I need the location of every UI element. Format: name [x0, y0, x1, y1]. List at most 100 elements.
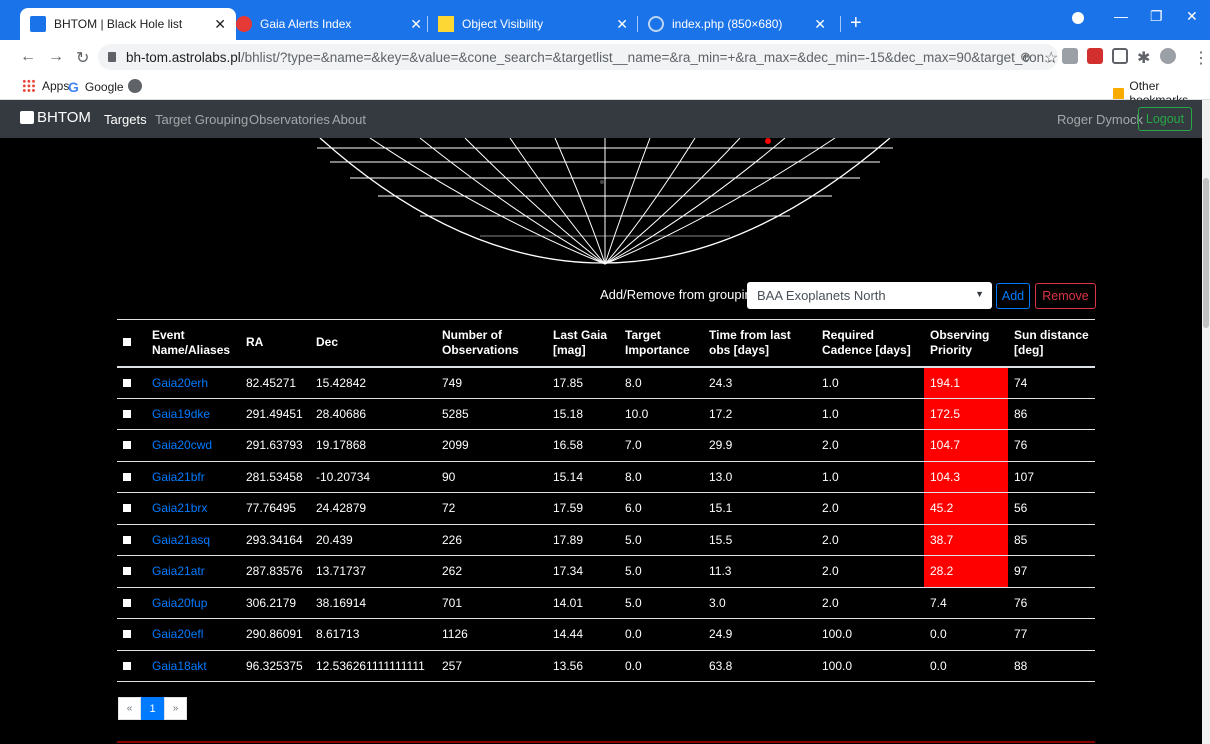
row-select-cell[interactable]: [117, 587, 146, 619]
row-select-cell[interactable]: [117, 366, 146, 399]
table-cell: 16.58: [547, 429, 619, 462]
event-name-link[interactable]: Gaia20erh: [146, 366, 240, 399]
row-checkbox[interactable]: [123, 409, 131, 418]
column-header[interactable]: Event Name/Aliases: [146, 319, 240, 368]
table-cell: 38.16914: [310, 587, 436, 619]
map-meridian: [509, 138, 606, 265]
pagination-page-1[interactable]: 1: [141, 697, 164, 720]
remove-button[interactable]: Remove: [1035, 283, 1096, 309]
column-header[interactable]: Target Importance: [619, 319, 703, 368]
row-select-cell[interactable]: [117, 461, 146, 493]
event-name-link[interactable]: Gaia20fup: [146, 587, 240, 619]
back-arrow-icon[interactable]: ←: [20, 48, 36, 66]
tab-object-visibility[interactable]: Object Visibility ✕: [428, 8, 638, 40]
bookmark-globe[interactable]: [128, 79, 142, 93]
table-cell: 107: [1008, 461, 1095, 493]
bookmark-apps[interactable]: Apps: [22, 79, 69, 93]
column-header[interactable]: Number of Observations: [436, 319, 547, 368]
select-all-checkbox[interactable]: [123, 338, 131, 347]
close-tab-icon[interactable]: ✕: [410, 16, 422, 33]
row-select-cell[interactable]: [117, 618, 146, 651]
tab-gaia-alerts[interactable]: Gaia Alerts Index ✕: [226, 8, 432, 40]
row-select-cell[interactable]: [117, 492, 146, 525]
brand-lock-icon: [20, 111, 34, 124]
zoom-icon[interactable]: ⊕: [1020, 49, 1031, 65]
row-checkbox[interactable]: [123, 472, 131, 481]
row-checkbox[interactable]: [123, 441, 131, 450]
row-checkbox[interactable]: [123, 567, 131, 576]
column-header[interactable]: Dec: [310, 319, 436, 368]
address-bar[interactable]: bh-tom.astrolabs.pl /bhlist/?type=&name=…: [98, 44, 1058, 70]
event-name-link[interactable]: Gaia21atr: [146, 555, 240, 588]
event-name-link[interactable]: Gaia21asq: [146, 524, 240, 556]
event-name-link[interactable]: Gaia20efl: [146, 618, 240, 651]
logout-button[interactable]: Logout: [1138, 107, 1192, 131]
table-cell: 12.536261111111111: [310, 650, 436, 682]
pdf-extension-icon[interactable]: [1087, 48, 1103, 64]
row-checkbox[interactable]: [123, 661, 131, 670]
pagination-prev[interactable]: «: [118, 697, 141, 720]
column-header[interactable]: Sun distance [deg]: [1008, 319, 1095, 368]
select-all-header[interactable]: [117, 319, 146, 368]
row-select-cell[interactable]: [117, 398, 146, 430]
table-cell: 3.0: [703, 587, 816, 619]
event-name-link[interactable]: Gaia18akt: [146, 650, 240, 682]
table-cell: 1.0: [816, 398, 924, 430]
account-avatar-icon[interactable]: [1160, 48, 1176, 64]
profile-dot-icon[interactable]: [1072, 12, 1084, 24]
extension-flag-icon[interactable]: [1062, 48, 1078, 64]
event-name-link[interactable]: Gaia21bfr: [146, 461, 240, 493]
bookmark-google[interactable]: G Google: [68, 79, 124, 95]
table-cell: 17.34: [547, 555, 619, 588]
nav-about[interactable]: About: [332, 112, 366, 127]
column-header[interactable]: RA: [240, 319, 310, 368]
close-tab-icon[interactable]: ✕: [214, 16, 226, 33]
close-window-icon[interactable]: ✕: [1186, 8, 1198, 25]
column-header[interactable]: Observing Priority: [924, 319, 1008, 368]
restore-icon[interactable]: ❐: [1150, 8, 1163, 25]
row-checkbox[interactable]: [123, 504, 131, 513]
table-cell: 11.3: [703, 555, 816, 588]
row-checkbox[interactable]: [123, 598, 131, 607]
event-name-link[interactable]: Gaia21brx: [146, 492, 240, 525]
nav-target-grouping[interactable]: Target Grouping: [155, 112, 248, 127]
user-name[interactable]: Roger Dymock: [1057, 112, 1143, 127]
star-bookmark-icon[interactable]: ☆: [1044, 48, 1058, 68]
close-tab-icon[interactable]: ✕: [814, 16, 826, 33]
column-header[interactable]: Last Gaia [mag]: [547, 319, 619, 368]
table-row: Gaia19dke 291.49451 28.40686 5285 15.18 10.0 1…: [117, 398, 1095, 430]
forward-arrow-icon[interactable]: →: [48, 48, 64, 66]
close-tab-icon[interactable]: ✕: [616, 16, 628, 33]
tab-bhtom[interactable]: BHTOM | Black Hole list ✕: [20, 8, 236, 40]
extensions-puzzle-icon[interactable]: ✱: [1137, 48, 1150, 68]
column-header[interactable]: Required Cadence [days]: [816, 319, 924, 368]
pocket-extension-icon[interactable]: [1112, 48, 1128, 64]
event-name-link[interactable]: Gaia20cwd: [146, 429, 240, 462]
row-select-cell[interactable]: [117, 524, 146, 556]
map-meridian: [604, 138, 696, 265]
row-select-cell[interactable]: [117, 555, 146, 588]
pagination-next[interactable]: »: [164, 697, 187, 720]
event-name-link[interactable]: Gaia19dke: [146, 398, 240, 430]
add-button[interactable]: Add: [996, 283, 1030, 309]
menu-kebab-icon[interactable]: ⋮: [1193, 48, 1209, 68]
row-select-cell[interactable]: [117, 429, 146, 462]
row-checkbox[interactable]: [123, 535, 131, 544]
nav-observatories[interactable]: Observatories: [249, 112, 330, 127]
column-header[interactable]: Time from last obs [days]: [703, 319, 816, 368]
table-cell: 14.01: [547, 587, 619, 619]
bookmark-label: Google: [84, 80, 124, 94]
reload-icon[interactable]: ↻: [76, 48, 89, 68]
brand[interactable]: BHTOM: [20, 109, 91, 126]
scrollbar-thumb[interactable]: [1203, 178, 1209, 328]
row-checkbox[interactable]: [123, 630, 131, 639]
map-meridian: [604, 138, 786, 265]
row-checkbox[interactable]: [123, 378, 131, 387]
new-tab-plus-icon[interactable]: +: [850, 12, 862, 35]
nav-targets[interactable]: Targets: [104, 112, 147, 127]
table-cell: 100.0: [816, 650, 924, 682]
grouping-select[interactable]: BAA Exoplanets North ▼: [747, 282, 992, 309]
row-select-cell[interactable]: [117, 650, 146, 682]
minimize-icon[interactable]: —: [1114, 8, 1128, 24]
tab-index-php[interactable]: index.php (850×680) ✕: [638, 8, 836, 40]
